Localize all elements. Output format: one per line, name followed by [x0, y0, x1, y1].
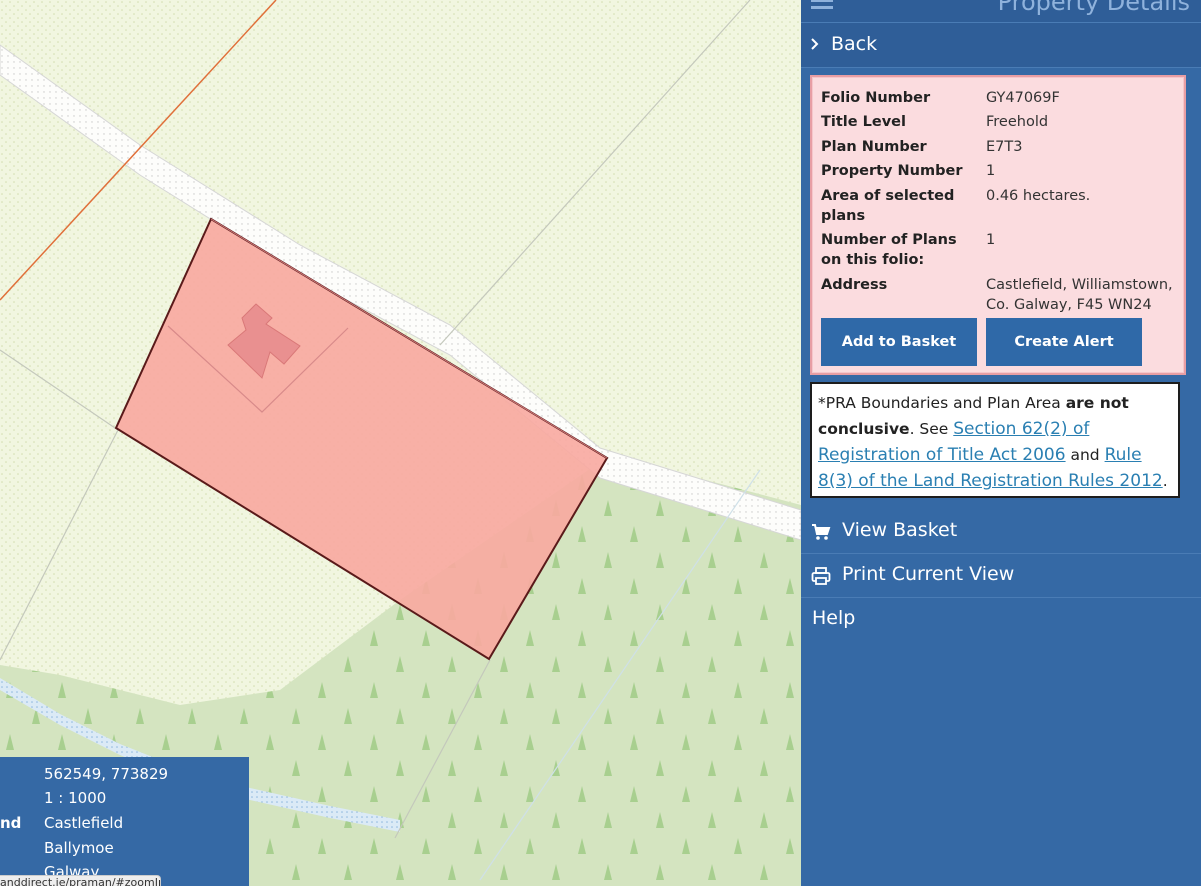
detail-label-area: Area of selected plans	[821, 188, 955, 224]
detail-value-address: Castlefield, Williamstown, Co. Galway, F…	[986, 277, 1173, 313]
detail-label-address: Address	[821, 277, 888, 293]
map-info-panel: 562549, 773829 1 : 1000 nd Castlefield B…	[0, 757, 249, 886]
map-scale: 1 : 1000	[44, 789, 107, 807]
shopping-cart-icon	[811, 522, 831, 542]
help-button[interactable]: Help	[801, 598, 1201, 641]
view-basket-label: View Basket	[842, 519, 958, 541]
map-svg[interactable]	[0, 0, 801, 886]
panel-title: Property Details	[997, 0, 1190, 16]
add-to-basket-button[interactable]: Add to Basket	[821, 318, 977, 366]
detail-value-title-level: Freehold	[986, 114, 1049, 130]
status-url-hint: anddirect.ie/praman/#zoomIn	[0, 875, 161, 886]
printer-icon	[811, 566, 831, 586]
back-button[interactable]: Back	[801, 23, 1201, 68]
back-label: Back	[831, 33, 878, 55]
print-view-label: Print Current View	[842, 563, 1015, 585]
property-details-card: Folio Number GY47069F Title Level Freeho…	[810, 75, 1186, 375]
create-alert-button[interactable]: Create Alert	[986, 318, 1142, 366]
map-barony: Ballymoe	[44, 839, 114, 857]
boundaries-disclaimer: *PRA Boundaries and Plan Area are not co…	[810, 382, 1180, 498]
detail-label-title-level: Title Level	[821, 114, 906, 130]
map-townland-label: nd	[0, 814, 22, 832]
chevron-right-icon	[810, 35, 820, 58]
disclaimer-and: and	[1065, 446, 1105, 464]
map-coordinates: 562549, 773829	[44, 765, 169, 783]
panel-header: Property Details	[801, 0, 1201, 23]
print-view-button[interactable]: Print Current View	[801, 554, 1201, 598]
disclaimer-see: . See	[909, 420, 954, 438]
detail-label-property-number: Property Number	[821, 163, 963, 179]
disclaimer-prefix: *PRA Boundaries and Plan Area	[818, 394, 1066, 412]
detail-value-plans-count: 1	[986, 232, 996, 248]
detail-value-property-number: 1	[986, 163, 996, 179]
view-basket-button[interactable]: View Basket	[801, 510, 1201, 554]
disclaimer-suffix: .	[1162, 472, 1168, 490]
hamburger-icon[interactable]	[811, 0, 833, 13]
help-label: Help	[812, 607, 856, 629]
detail-label-plan-number: Plan Number	[821, 139, 927, 155]
detail-label-folio: Folio Number	[821, 90, 931, 106]
map-canvas[interactable]: 562549, 773829 1 : 1000 nd Castlefield B…	[0, 0, 801, 886]
detail-value-area: 0.46 hectares.	[986, 188, 1091, 204]
detail-value-plan-number: E7T3	[986, 139, 1023, 155]
detail-label-plans-count: Number of Plans on this folio:	[821, 232, 957, 268]
detail-value-folio: GY47069F	[986, 90, 1060, 106]
map-townland: Castlefield	[44, 814, 124, 832]
property-details-panel: Property Details Back Folio Number GY470…	[801, 0, 1201, 886]
